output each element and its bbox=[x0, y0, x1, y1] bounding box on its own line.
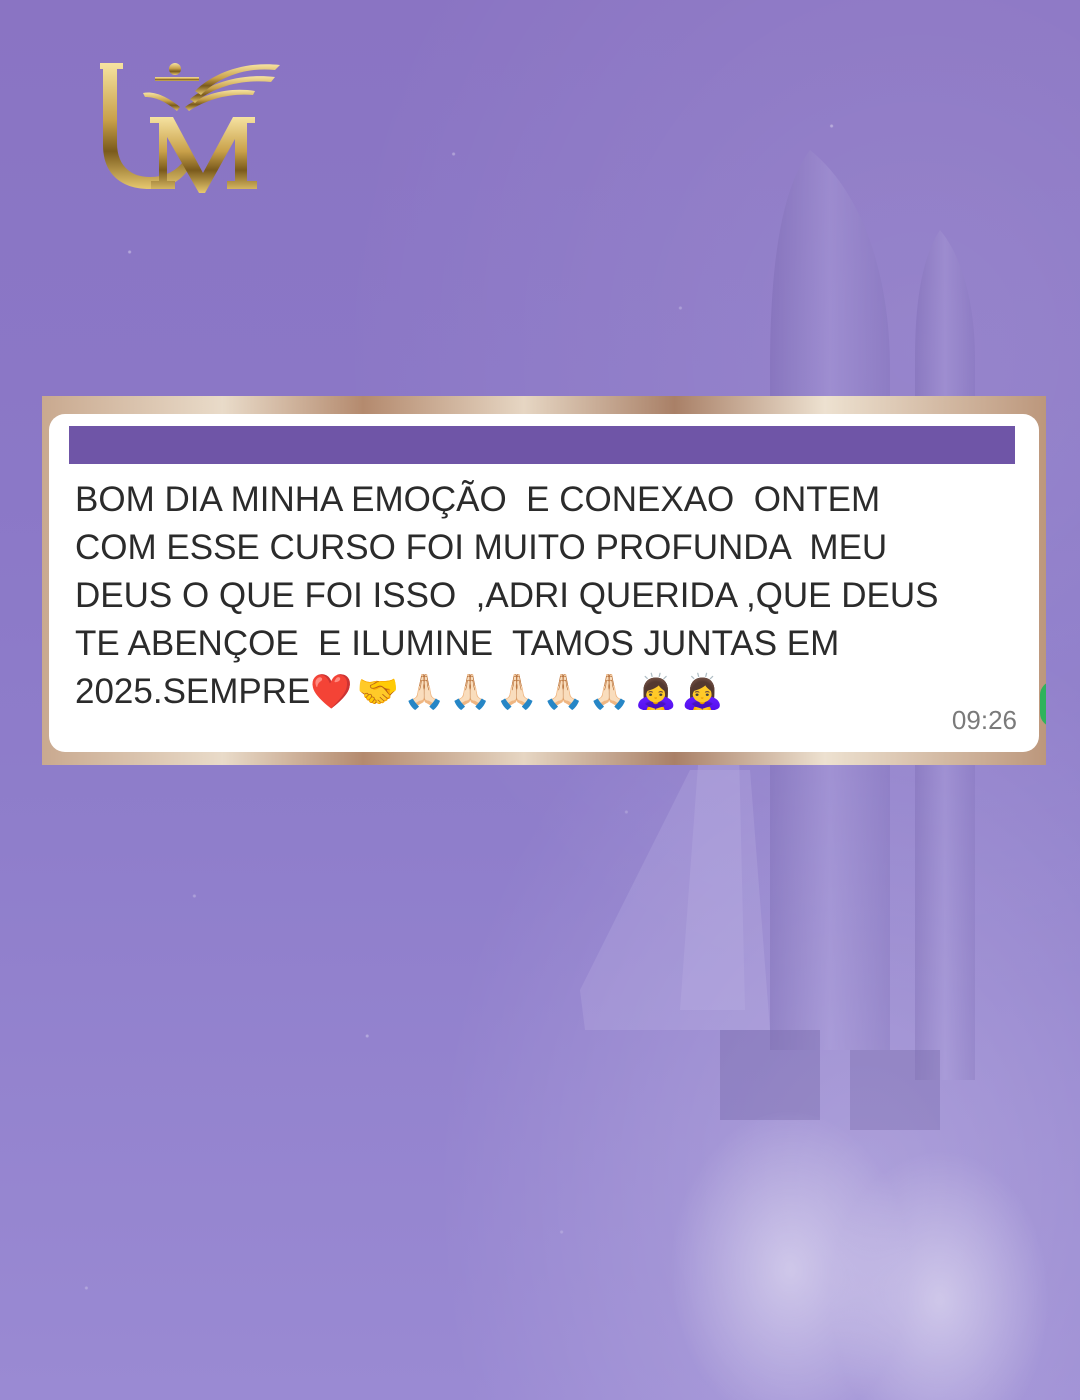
redacted-sender-name bbox=[69, 426, 1015, 464]
message-timestamp: 09:26 bbox=[951, 705, 1017, 735]
message-text-block: BOM DIA MINHA EMOÇÃO E CONEXAO ONTEM COM… bbox=[75, 476, 995, 716]
testimonial-screenshot: BOM DIA MINHA EMOÇÃO E CONEXAO ONTEM COM… bbox=[42, 396, 1046, 765]
reaction-indicator bbox=[1040, 681, 1046, 727]
chat-message-bubble: BOM DIA MINHA EMOÇÃO E CONEXAO ONTEM COM… bbox=[49, 414, 1039, 752]
rocket-illustration bbox=[580, 150, 1050, 1400]
message-emojis: ❤️🤝🙏🏻🙏🏻🙏🏻🙏🏻🙏🏻🙇‍♀️🙇‍♀️ bbox=[310, 673, 728, 711]
brand-logo bbox=[95, 55, 285, 200]
